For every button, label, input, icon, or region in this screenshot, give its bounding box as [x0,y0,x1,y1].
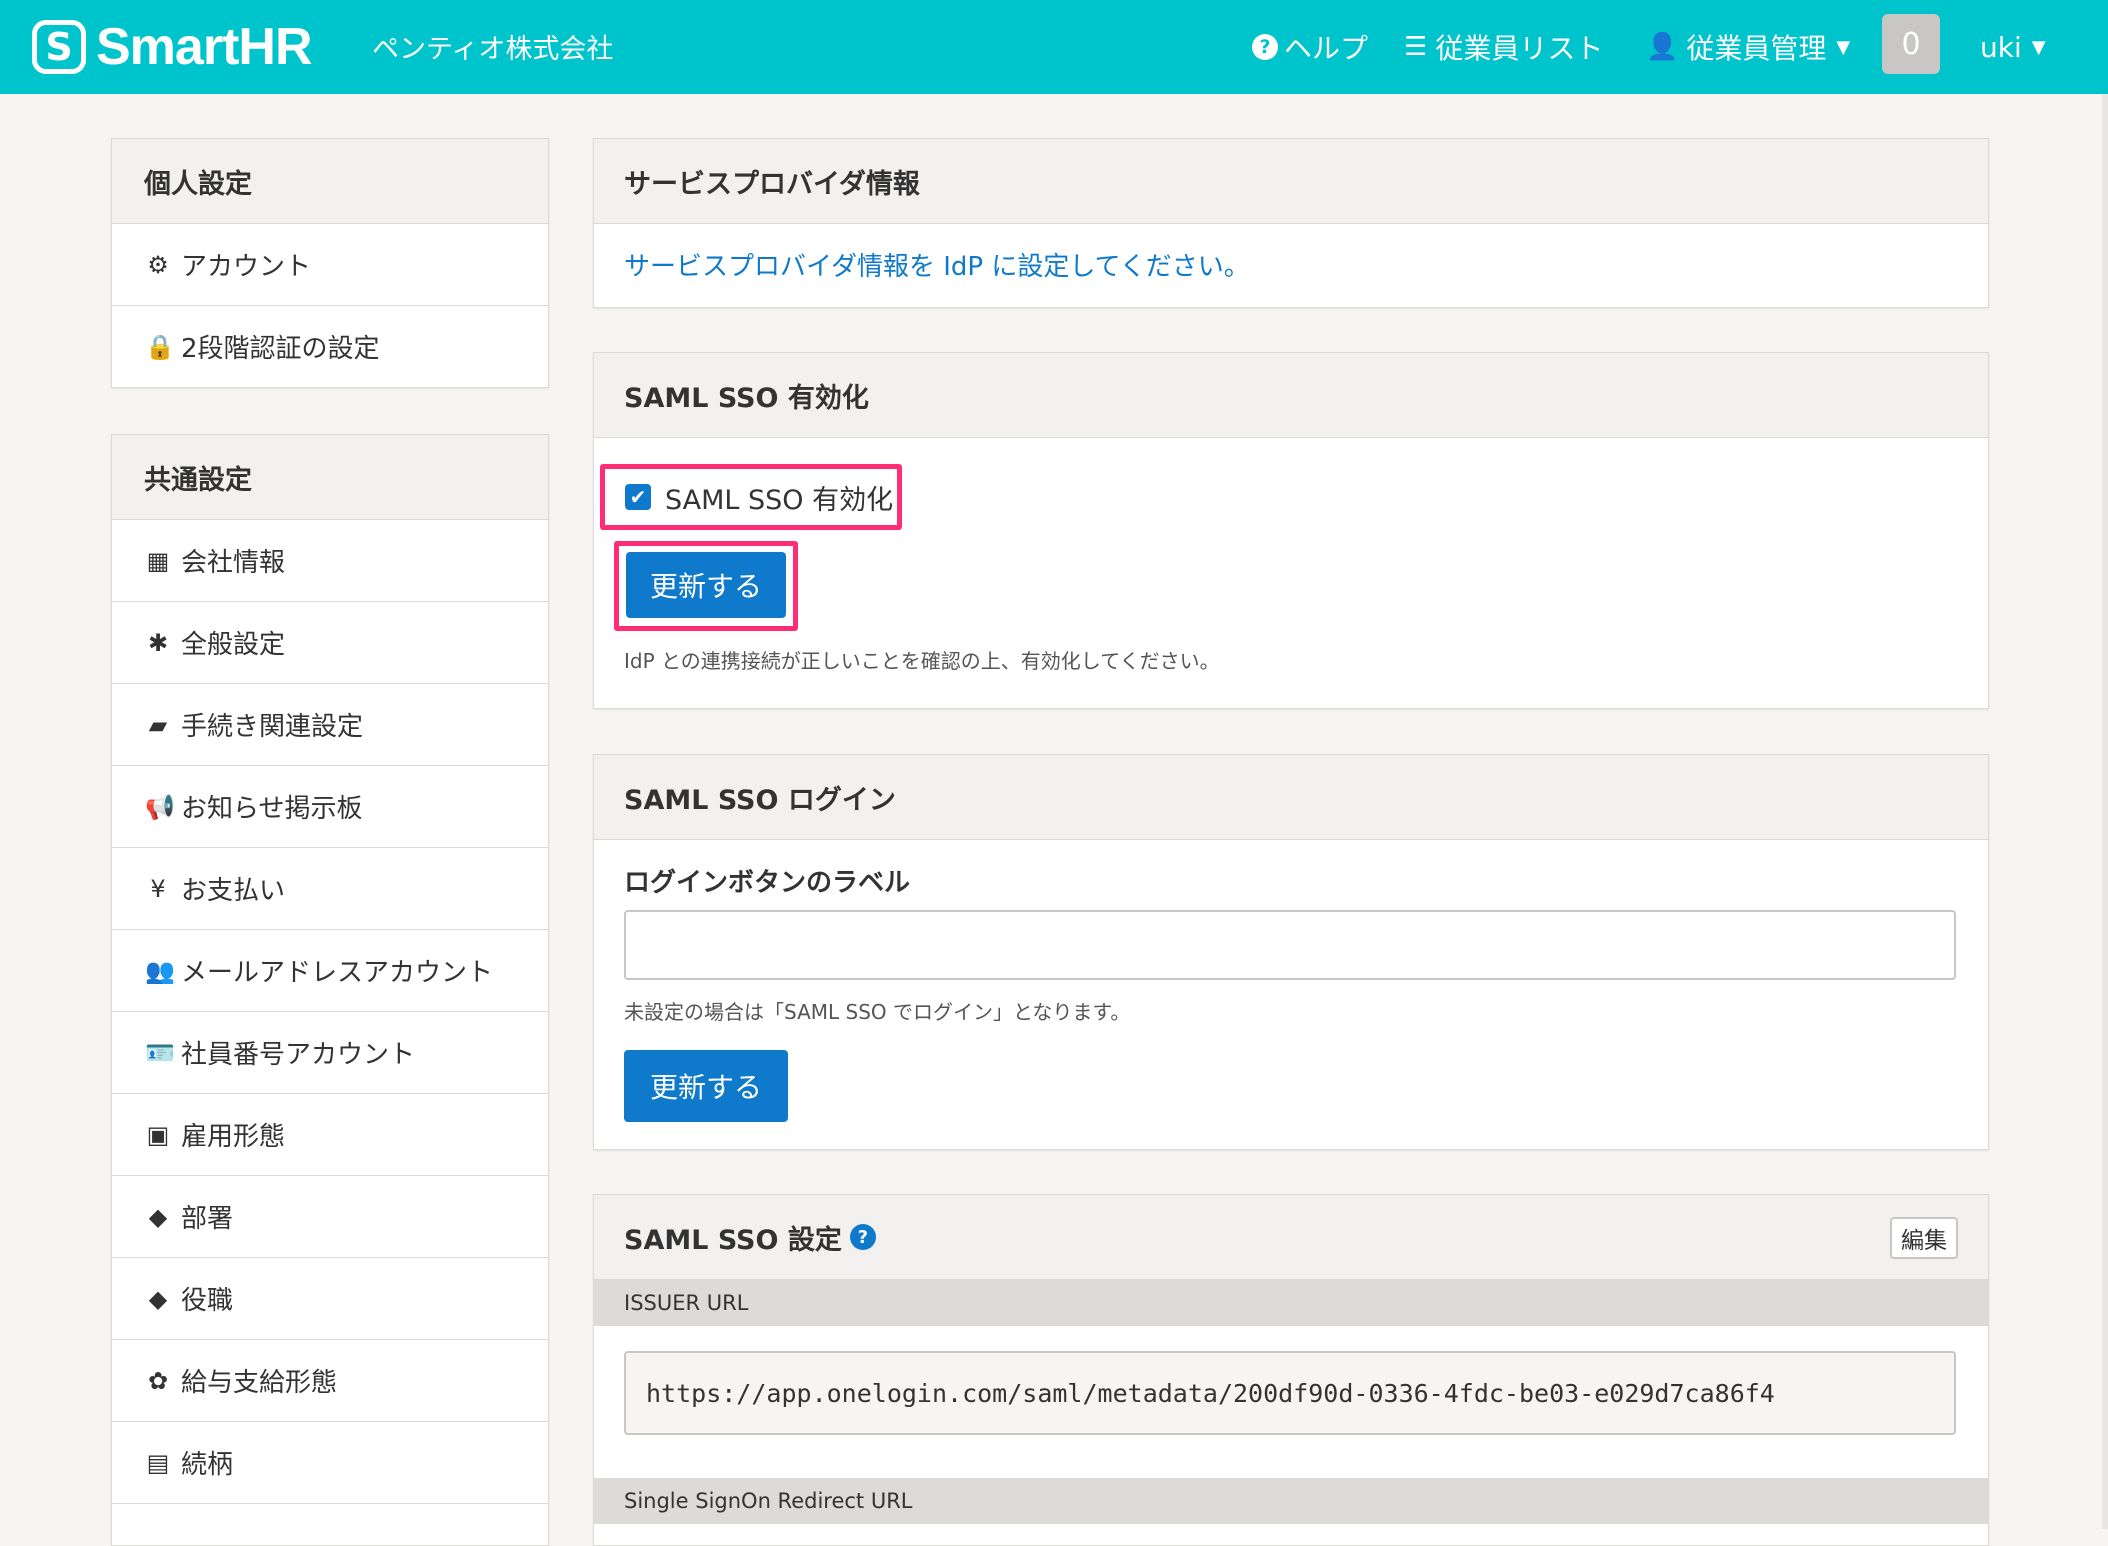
sidebar-item-label: 給与支給形態 [181,1368,338,1398]
sidebar-item-pay-types[interactable]: ✿ 給与支給形態 [112,1340,548,1422]
sidebar-item-positions[interactable]: ◆ 役職 [112,1258,548,1340]
tags-icon: ◆ [148,1202,168,1231]
megaphone-icon: 📢 [145,792,175,821]
saml-sso-login-title: SAML SSO ログイン [594,755,1988,840]
personal-settings-box: 個人設定 ⚙ アカウント 🔒 2段階認証の設定 [111,138,549,388]
building-icon: ▦ [146,546,170,575]
sidebar-item-label: 部署 [181,1204,234,1234]
contact-icon: ▤ [146,1448,170,1477]
common-settings-title: 共通設定 [112,435,548,520]
saml-sso-enable-panel: SAML SSO 有効化 ✔ SAML SSO 有効化 更新する IdP との連… [593,352,1989,709]
edit-button[interactable]: 編集 [1890,1217,1958,1259]
sidebar-item-general[interactable]: ✱ 全般設定 [112,602,548,684]
badge-icon: ▣ [146,1120,170,1149]
question-circle-icon: ? [1252,34,1278,60]
nav-employee-manage-label: 従業員管理 [1686,32,1827,65]
saml-sso-settings-header: SAML SSO 設定 ? 編集 [594,1195,1988,1280]
issuer-url-label: ISSUER URL [594,1280,1988,1326]
nav-employee-manage[interactable]: 👤 従業員管理 ▼ [1646,25,1850,69]
company-name: ペンティオ株式会社 [372,34,614,65]
sidebar-item-payment[interactable]: ¥ お支払い [112,848,548,930]
chevron-down-icon: ▼ [1836,36,1851,58]
nav-help-label: ヘルプ [1284,32,1369,65]
sidebar-item-label: 役職 [181,1286,234,1316]
login-help-text: 未設定の場合は「SAML SSO でログイン」となります。 [624,1000,1131,1024]
top-header: S SmartHR ペンティオ株式会社 ? ヘルプ ☰ 従業員リスト 👤 従業員… [0,0,2108,94]
sidebar-item-label: 手続き関連設定 [181,712,364,742]
list-icon: ☰ [1404,32,1428,62]
sidebar-item-label: 全般設定 [181,630,286,660]
common-settings-box: 共通設定 ▦ 会社情報 ✱ 全般設定 ▰ 手続き関連設定 📢 お知らせ掲示板 ¥… [111,434,549,1546]
sidebar-item-email-accounts[interactable]: 👥 メールアドレスアカウント [112,930,548,1012]
sidebar-item-label: お支払い [181,876,286,906]
user-name: uki [1980,30,2022,64]
saml-sso-settings-title: SAML SSO 設定 [624,1224,842,1256]
sidebar-item-employee-number-accounts[interactable]: 🪪 社員番号アカウント [112,1012,548,1094]
sidebar-item-label: メールアドレスアカウント [181,958,494,988]
logo-mark-icon: S [32,20,86,74]
sidebar-item-label: 2段階認証の設定 [181,334,380,364]
sidebar-item-company-info[interactable]: ▦ 会社情報 [112,520,548,602]
sidebar-item-employment-types[interactable]: ▣ 雇用形態 [112,1094,548,1176]
smarthr-logo[interactable]: S SmartHR [32,16,312,78]
logo-text: SmartHR [96,18,312,76]
sidebar-item-more[interactable] [112,1504,548,1545]
asterisk-icon: ✱ [147,628,169,657]
sidebar-item-label: 雇用形態 [181,1122,286,1152]
checkbox-checked-icon[interactable]: ✔ [625,484,651,510]
saml-sso-enable-checkbox-row[interactable]: ✔ SAML SSO 有効化 [600,464,902,530]
nav-help[interactable]: ? ヘルプ [1252,25,1368,69]
sidebar-item-account[interactable]: ⚙ アカウント [112,224,548,306]
personal-settings-title: 個人設定 [112,139,548,224]
sidebar-item-label: 社員番号アカウント [181,1040,416,1070]
tag-icon: ◆ [148,1284,168,1313]
money-icon: ✿ [147,1366,169,1395]
sidebar-item-notices[interactable]: 📢 お知らせ掲示板 [112,766,548,848]
book-icon: ▰ [148,710,168,739]
sidebar-item-label: 会社情報 [181,548,286,578]
login-button-label-title: ログインボタンのラベル [624,868,911,898]
sidebar-item-procedures[interactable]: ▰ 手続き関連設定 [112,684,548,766]
sidebar-item-departments[interactable]: ◆ 部署 [112,1176,548,1258]
users-icon: 👥 [145,956,175,985]
lock-icon: 🔒 [145,332,175,361]
page-scrollbar[interactable] [2102,94,2108,1529]
issuer-url-value: https://app.onelogin.com/saml/metadata/2… [624,1351,1956,1435]
user-menu[interactable]: uki ▼ [1980,25,2046,69]
id-card-icon: 🪪 [145,1038,175,1067]
saml-sso-enable-title: SAML SSO 有効化 [594,353,1988,438]
nav-employee-list-label: 従業員リスト [1435,32,1604,65]
service-provider-title: サービスプロバイダ情報 [594,139,1988,224]
sidebar-item-two-factor[interactable]: 🔒 2段階認証の設定 [112,306,548,387]
sidebar-item-relationships[interactable]: ▤ 続柄 [112,1422,548,1504]
login-button-label-input[interactable] [624,910,1956,980]
user-icon: 👤 [1646,32,1679,62]
sidebar-item-label: お知らせ掲示板 [181,794,363,824]
service-provider-panel: サービスプロバイダ情報 サービスプロバイダ情報を IdP に設定してください。 [593,138,1989,308]
notification-badge[interactable]: 0 [1882,14,1940,74]
nav-employee-list[interactable]: ☰ 従業員リスト [1404,25,1603,69]
question-circle-icon[interactable]: ? [849,1224,876,1250]
enable-help-text: IdP との連携接続が正しいことを確認の上、有効化してください。 [624,649,1220,673]
saml-sso-enable-checkbox-label: SAML SSO 有効化 [665,484,894,516]
yen-icon: ¥ [150,874,166,903]
gear-icon: ⚙ [147,250,169,279]
sidebar-item-label: アカウント [181,252,312,282]
service-provider-link[interactable]: サービスプロバイダ情報を IdP に設定してください。 [624,246,1250,283]
redirect-url-label: Single SignOn Redirect URL [594,1478,1988,1524]
sidebar-item-label: 続柄 [181,1450,234,1480]
saml-sso-settings-panel: SAML SSO 設定 ? 編集 ISSUER URL https://app.… [593,1194,1989,1546]
chevron-down-icon: ▼ [2031,36,2046,58]
saml-sso-login-panel: SAML SSO ログイン ログインボタンのラベル 未設定の場合は「SAML S… [593,754,1989,1150]
login-update-button[interactable]: 更新する [624,1050,788,1122]
enable-update-button[interactable]: 更新する [626,552,786,618]
